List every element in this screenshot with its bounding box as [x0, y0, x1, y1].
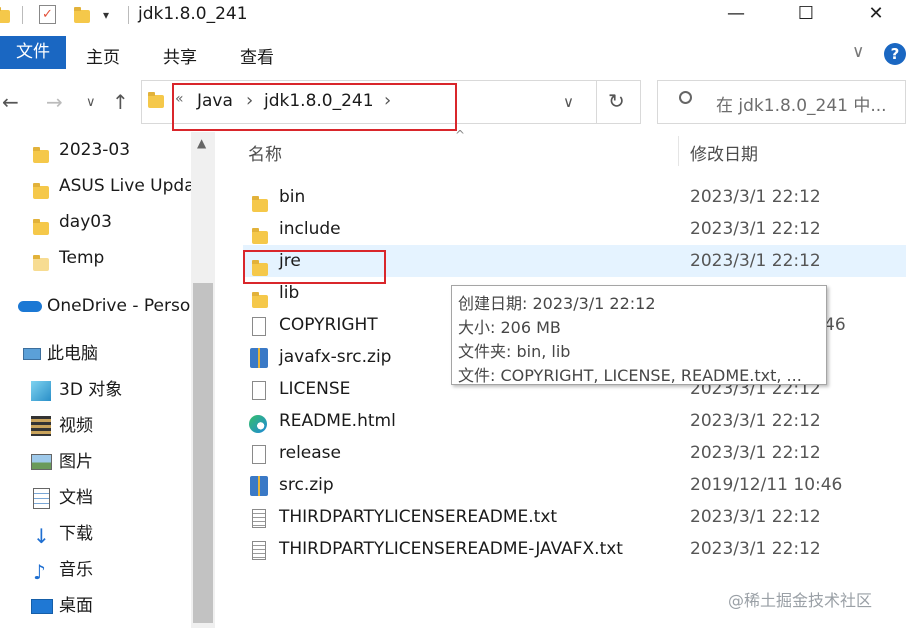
file-name: COPYRIGHT [279, 315, 378, 335]
new-folder-icon[interactable] [74, 7, 90, 27]
video-icon [31, 416, 51, 436]
sidebar-item-label: day03 [59, 212, 112, 232]
file-date: 2023/3/1 22:12 [690, 539, 821, 559]
back-icon[interactable]: ← [2, 90, 19, 114]
column-divider[interactable] [678, 136, 679, 166]
file-name: src.zip [279, 475, 334, 495]
cube-icon [31, 381, 51, 401]
tooltip-files: 文件: COPYRIGHT, LICENSE, README.txt, ... [458, 366, 802, 385]
file-name: THIRDPARTYLICENSEREADME-JAVAFX.txt [279, 539, 623, 559]
computer-icon [23, 348, 41, 360]
sidebar-item-label: 2023-03 [59, 140, 131, 160]
search-box[interactable]: 在 jdk1.8.0_241 中... [657, 80, 906, 124]
folder-icon [0, 7, 10, 27]
file-name: bin [279, 187, 306, 207]
picture-icon [31, 454, 52, 470]
window-title: jdk1.8.0_241 [138, 4, 248, 24]
navigation-pane: 2023-03 ASUS Live Upda day03 Temp OneDri… [0, 130, 214, 628]
ribbon-expand-icon[interactable]: ∨ [852, 42, 864, 62]
file-name: LICENSE [279, 379, 351, 399]
file-row-thirdparty-javafx[interactable]: THIRDPARTYLICENSEREADME-JAVAFX.txt 2023/… [243, 533, 906, 565]
recent-locations-icon[interactable]: ∨ [86, 95, 96, 110]
text-file-icon [252, 539, 266, 571]
sidebar-item-label: OneDrive - Perso [47, 296, 191, 316]
file-row-readme[interactable]: README.html 2023/3/1 22:12 [243, 405, 906, 437]
file-name: include [279, 219, 341, 239]
file-date: 2023/3/1 22:12 [690, 187, 821, 207]
minimize-button[interactable]: — [706, 0, 766, 30]
title-bar: ✓ ▾ jdk1.8.0_241 — ☐ ✕ [0, 0, 906, 32]
qat-separator [22, 6, 23, 24]
tab-home[interactable]: 主页 [86, 43, 120, 68]
jre-highlight-box [243, 250, 386, 284]
download-icon: ↓ [33, 524, 50, 548]
file-row-bin[interactable]: bin 2023/3/1 22:12 [243, 181, 906, 213]
folder-icon [148, 92, 164, 112]
sidebar-item-label: Temp [59, 248, 105, 268]
file-date: 46 [824, 315, 846, 335]
file-date: 2023/3/1 22:12 [690, 219, 821, 239]
file-date: 2019/12/11 10:46 [690, 475, 843, 495]
file-row-thirdparty[interactable]: THIRDPARTYLICENSEREADME.txt 2023/3/1 22:… [243, 501, 906, 533]
file-name: README.html [279, 411, 396, 431]
file-name: release [279, 443, 341, 463]
music-icon: ♪ [33, 560, 46, 584]
sidebar-item-label: 音乐 [59, 560, 93, 580]
title-separator [128, 6, 129, 24]
desktop-icon [31, 599, 53, 614]
sort-caret-icon: ^ [455, 128, 466, 142]
search-input[interactable]: 在 jdk1.8.0_241 中... [716, 91, 887, 116]
cloud-icon [18, 301, 42, 312]
folder-icon [33, 214, 49, 246]
tooltip-created: 创建日期: 2023/3/1 22:12 [458, 294, 656, 313]
column-header-date[interactable]: 修改日期 [690, 140, 758, 165]
tab-share[interactable]: 共享 [163, 43, 197, 68]
tooltip-folders: 文件夹: bin, lib [458, 342, 571, 361]
column-header-name[interactable]: 名称 [248, 140, 282, 165]
sidebar-scroll-thumb[interactable] [193, 283, 213, 623]
sidebar-item-label: 下载 [59, 524, 93, 544]
file-date: 2023/3/1 22:12 [690, 443, 821, 463]
address-dropdown-icon[interactable]: ∨ [563, 93, 574, 111]
folder-icon [33, 142, 49, 174]
qat-dropdown-icon[interactable]: ▾ [103, 8, 109, 22]
up-icon[interactable]: ↑ [112, 90, 129, 114]
search-icon [679, 91, 692, 104]
address-highlight-box [172, 83, 457, 131]
close-button[interactable]: ✕ [846, 0, 906, 30]
sidebar-item-label: 桌面 [59, 596, 93, 616]
maximize-button[interactable]: ☐ [776, 0, 836, 30]
forward-icon[interactable]: → [46, 90, 63, 114]
document-icon [33, 488, 50, 509]
file-date: 2023/3/1 22:12 [690, 507, 821, 527]
sidebar-item-label: 图片 [59, 452, 93, 472]
folder-info-tooltip: 创建日期: 2023/3/1 22:12 大小: 206 MB 文件夹: bin… [451, 285, 827, 385]
folder-icon [33, 250, 49, 282]
tab-file[interactable]: 文件 [0, 36, 66, 69]
file-date: 2023/3/1 22:12 [690, 411, 821, 431]
folder-icon [33, 178, 49, 210]
watermark: @稀土掘金技术社区 [728, 591, 873, 610]
sidebar-item-label: 此电脑 [47, 344, 98, 364]
file-name: THIRDPARTYLICENSEREADME.txt [279, 507, 558, 527]
refresh-button[interactable]: ↻ [608, 89, 625, 113]
sidebar-item-label: 3D 对象 [59, 380, 123, 400]
file-date: 2023/3/1 22:12 [690, 251, 821, 271]
file-name: javafx-src.zip [279, 347, 392, 367]
properties-icon[interactable]: ✓ [39, 5, 56, 24]
tooltip-size: 大小: 206 MB [458, 318, 561, 337]
file-row-release[interactable]: release 2023/3/1 22:12 [243, 437, 906, 469]
scroll-up-icon[interactable]: ▲ [197, 136, 206, 150]
sidebar-item-label: ASUS Live Upda [59, 176, 195, 196]
file-row-src-zip[interactable]: src.zip 2019/12/11 10:46 [243, 469, 906, 501]
file-row-include[interactable]: include 2023/3/1 22:12 [243, 213, 906, 245]
address-divider [596, 81, 597, 123]
sidebar-item-label: 视频 [59, 416, 93, 436]
help-icon[interactable]: ? [884, 43, 906, 65]
tab-view[interactable]: 查看 [240, 43, 274, 68]
sidebar-item-label: 文档 [59, 488, 93, 508]
